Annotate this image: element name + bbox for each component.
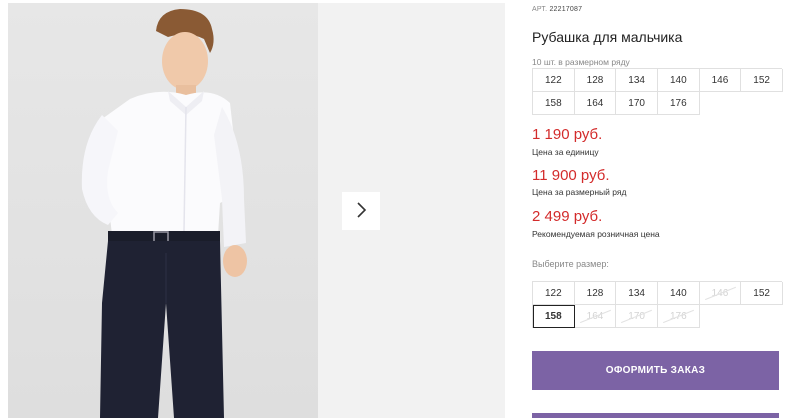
article-value: 22217087 [549, 6, 583, 13]
size-picker-grid: 122 128 134 140 146 152 158 164 170 176 [532, 281, 783, 328]
product-gallery [0, 0, 505, 418]
row-price: 11 900 руб. [532, 167, 610, 184]
size-row-cell: 152 [741, 69, 783, 92]
row-price-label: Цена за размерный ряд [532, 187, 627, 197]
size-row-cell: 158 [533, 92, 575, 115]
size-option-146: 146 [699, 282, 742, 305]
place-order-button[interactable]: ОФОРМИТЬ ЗАКАЗ [532, 351, 779, 390]
product-photo[interactable] [8, 3, 318, 418]
size-option-122[interactable]: 122 [533, 282, 575, 305]
size-option-152[interactable]: 152 [741, 282, 783, 305]
retail-price-label: Рекомендуемая розничная цена [532, 229, 660, 239]
next-image-button[interactable] [342, 192, 380, 230]
size-row-cell: 176 [657, 92, 700, 115]
size-option-158[interactable]: 158 [533, 305, 575, 328]
retail-price: 2 499 руб. [532, 208, 603, 225]
boy-in-shirt-image [81, 9, 247, 418]
size-option-170: 170 [616, 305, 658, 328]
size-option-164: 164 [574, 305, 617, 328]
size-row-cell: 122 [533, 69, 575, 92]
size-row-cell: 164 [574, 92, 617, 115]
size-row-cell: 128 [574, 69, 617, 92]
choose-size-label: Выберите размер: [532, 259, 609, 269]
product-title: Рубашка для мальчика [532, 29, 683, 45]
unit-price-label: Цена за единицу [532, 147, 599, 157]
size-row-cell: 170 [616, 92, 658, 115]
size-row-cell: 146 [699, 69, 742, 92]
size-option-140[interactable]: 140 [657, 282, 700, 305]
size-option-128[interactable]: 128 [574, 282, 617, 305]
unit-price: 1 190 руб. [532, 126, 603, 143]
size-row-note: 10 шт. в размерном ряду [532, 57, 630, 67]
size-option-176: 176 [657, 305, 700, 328]
article-label: АРТ. [532, 6, 548, 13]
article-number: АРТ. 22217087 [532, 6, 582, 13]
size-option-134[interactable]: 134 [616, 282, 658, 305]
secondary-action-button[interactable] [532, 413, 779, 418]
chevron-right-icon [355, 201, 367, 221]
size-row-cell: 134 [616, 69, 658, 92]
size-row-cell: 140 [657, 69, 700, 92]
size-row-grid: 122 128 134 140 146 152 158 164 170 176 [532, 68, 783, 115]
